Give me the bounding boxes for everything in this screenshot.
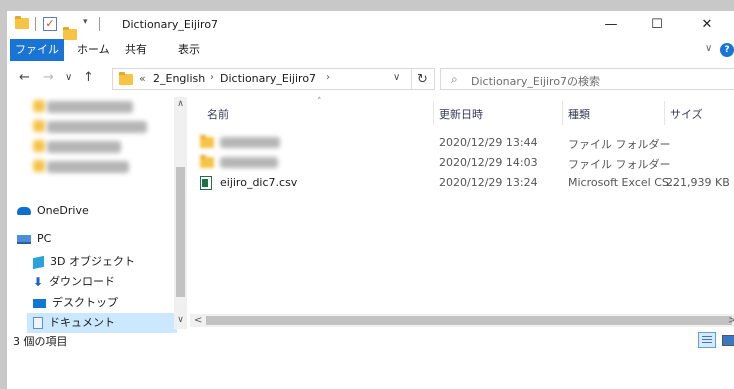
desktop-icon: [33, 298, 46, 308]
folder-icon: [33, 140, 45, 152]
file-row[interactable]: 2020/12/29 14:03 ファイル フォルダー: [190, 153, 734, 173]
column-header-name[interactable]: 名前: [207, 106, 229, 122]
column-header-type[interactable]: 種類: [568, 106, 590, 122]
nav-item-label: OneDrive: [37, 204, 89, 217]
cloud-icon: [17, 207, 31, 215]
nav-item-3d-objects[interactable]: 3D オブジェクト: [33, 252, 135, 272]
maximize-button[interactable]: ☐: [634, 11, 680, 39]
tab-home[interactable]: ホーム: [77, 39, 110, 61]
nav-item-downloads[interactable]: ⬇ ダウンロード: [33, 272, 115, 292]
blurred-nav-item[interactable]: [47, 101, 133, 113]
quick-access-dropdown-icon[interactable]: ▾: [83, 17, 88, 27]
tab-view[interactable]: 表示: [178, 39, 200, 61]
file-list: ˄ 名前 更新日時 種類 サイズ 2020/12/29 13:44 ファイル フ…: [190, 97, 734, 327]
file-row[interactable]: 2020/12/29 13:44 ファイル フォルダー: [190, 133, 734, 153]
address-dropdown-icon[interactable]: ∨: [393, 72, 400, 83]
column-header-date[interactable]: 更新日時: [439, 106, 483, 122]
details-view-icon[interactable]: [698, 332, 716, 348]
file-name: eijiro_dic7.csv: [220, 176, 298, 189]
properties-icon[interactable]: ✓: [43, 17, 57, 31]
file-type: ファイル フォルダー: [568, 158, 671, 171]
folder-icon: [33, 120, 45, 132]
scroll-down-icon[interactable]: ∨: [174, 315, 187, 325]
address-row: ← → ∨ ↑ « 2_English › Dictionary_Eijiro7…: [7, 64, 734, 94]
file-type: Microsoft Excel CS...: [568, 176, 680, 189]
tab-file[interactable]: ファイル: [10, 39, 64, 61]
up-button[interactable]: ↑: [83, 69, 94, 87]
scroll-thumb[interactable]: [176, 167, 185, 297]
close-button[interactable]: ✕: [680, 11, 734, 39]
search-icon: ⌕: [451, 72, 458, 86]
title-bar: ✓ ▾ Dictionary_Eijiro7 — ☐ ✕: [7, 11, 734, 40]
folder-icon: [200, 155, 214, 168]
status-bar: 3 個の項目: [7, 329, 734, 351]
excel-csv-icon: [200, 176, 212, 190]
scroll-right-icon[interactable]: >: [728, 314, 734, 327]
nav-pane-scrollbar[interactable]: ∧ ∨: [174, 97, 187, 329]
file-size: 221,939 KB: [666, 176, 730, 189]
blurred-nav-item[interactable]: [47, 161, 129, 173]
breadcrumb-item[interactable]: Dictionary_Eijiro7: [220, 72, 316, 85]
minimize-button[interactable]: —: [588, 11, 634, 39]
folder-icon: [15, 16, 29, 29]
nav-item-desktop[interactable]: デスクトップ: [33, 293, 118, 313]
column-header-size[interactable]: サイズ: [670, 106, 703, 122]
scroll-left-icon[interactable]: <: [194, 314, 202, 327]
file-date: 2020/12/29 13:24: [439, 176, 538, 189]
documents-icon: [33, 317, 43, 329]
folder-icon: [200, 135, 214, 148]
nav-item-label: ダウンロード: [49, 275, 116, 288]
file-date: 2020/12/29 14:03: [439, 156, 538, 169]
file-type: ファイル フォルダー: [568, 138, 671, 151]
folder-icon: [33, 100, 45, 112]
column-divider[interactable]: [433, 101, 434, 125]
file-name: [220, 157, 278, 168]
download-icon: ⬇: [33, 275, 44, 289]
breadcrumb-separator[interactable]: ›: [210, 72, 214, 83]
window-title: Dictionary_Eijiro7: [122, 18, 219, 31]
ribbon-expand-icon[interactable]: ∨: [705, 43, 712, 54]
scroll-thumb[interactable]: [206, 316, 732, 325]
file-list-hscrollbar[interactable]: < >: [190, 314, 734, 327]
back-button[interactable]: ←: [19, 69, 30, 87]
divider: [99, 17, 100, 31]
nav-item-label: デスクトップ: [52, 296, 118, 309]
sort-ascending-icon: ˄: [317, 97, 322, 107]
ribbon-tabs: ファイル ホーム 共有 表示 ∨ ?: [7, 39, 734, 61]
column-divider[interactable]: [664, 101, 665, 125]
nav-item-pc[interactable]: PC: [17, 229, 51, 249]
scroll-up-icon[interactable]: ∧: [174, 99, 187, 109]
nav-item-onedrive[interactable]: OneDrive: [17, 201, 89, 221]
search-box[interactable]: ⌕ Dictionary_Eijiro7の検索: [440, 68, 734, 90]
nav-item-label: 3D オブジェクト: [50, 255, 135, 268]
file-row[interactable]: eijiro_dic7.csv 2020/12/29 13:24 Microso…: [190, 173, 734, 193]
nav-item-label: PC: [37, 232, 52, 245]
blurred-nav-item[interactable]: [47, 121, 147, 133]
forward-button[interactable]: →: [43, 69, 54, 87]
explorer-window: ✓ ▾ Dictionary_Eijiro7 — ☐ ✕ ファイル ホーム 共有…: [7, 11, 734, 389]
computer-icon: [17, 234, 31, 244]
tab-share[interactable]: 共有: [125, 39, 147, 61]
help-icon[interactable]: ?: [720, 43, 734, 57]
blurred-nav-item[interactable]: [47, 141, 121, 153]
column-divider[interactable]: [562, 101, 563, 125]
item-count: 3 個の項目: [13, 335, 68, 348]
refresh-button[interactable]: ↻: [411, 68, 435, 90]
file-date: 2020/12/29 13:44: [439, 136, 538, 149]
folder-icon: [119, 72, 133, 85]
address-bar[interactable]: « 2_English › Dictionary_Eijiro7 › ∨: [112, 68, 412, 90]
folder-icon: [33, 160, 45, 172]
navigation-pane: OneDrive PC 3D オブジェクト ⬇ ダウンロード デスクトップ ドキュ…: [7, 97, 187, 333]
breadcrumb-overflow[interactable]: «: [139, 72, 146, 85]
breadcrumb-separator[interactable]: ›: [326, 72, 330, 83]
file-name: [220, 137, 280, 148]
3d-objects-icon: [33, 255, 44, 269]
nav-item-label: ドキュメント: [49, 316, 115, 329]
divider: [35, 17, 36, 31]
search-placeholder: Dictionary_Eijiro7の検索: [471, 75, 601, 88]
large-icons-view-icon[interactable]: [719, 332, 734, 348]
breadcrumb-item[interactable]: 2_English: [153, 72, 205, 85]
recent-locations-button[interactable]: ∨: [65, 69, 72, 87]
